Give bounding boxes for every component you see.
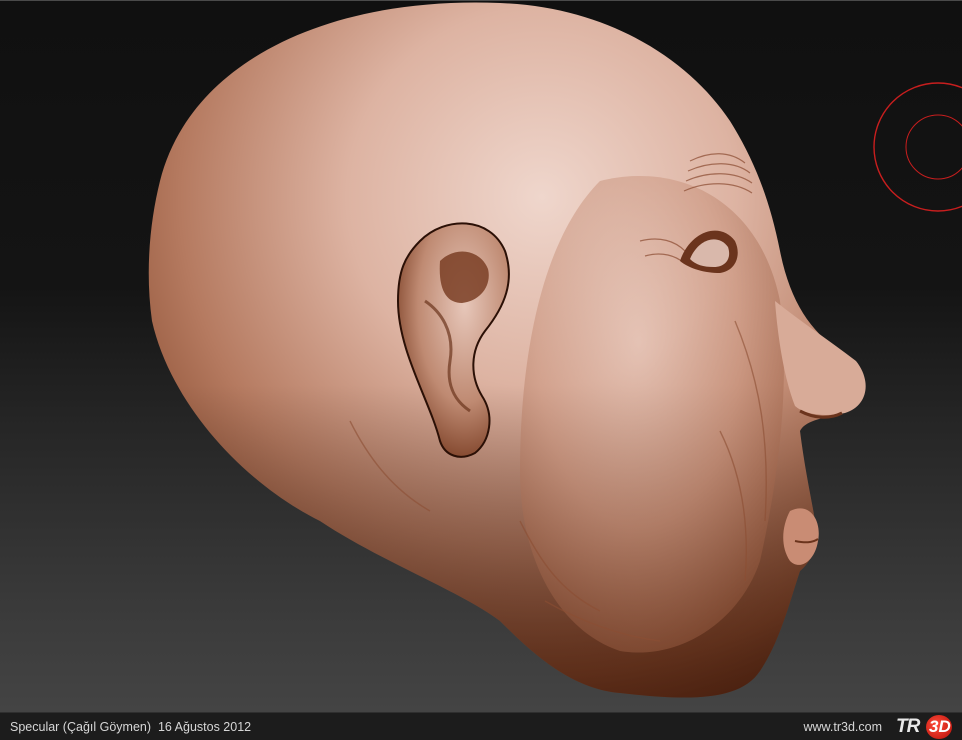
footer-bar: Specular (Çağıl Göymen) 16 Ağustos 2012 … xyxy=(0,712,962,740)
brush-cursor[interactable] xyxy=(873,82,962,212)
site-link[interactable]: www.tr3d.com xyxy=(804,720,883,734)
sculpted-head xyxy=(148,2,866,698)
tr3d-logo: TR 3D xyxy=(894,715,956,739)
logo-badge: 3D xyxy=(926,715,952,739)
viewport-canvas[interactable] xyxy=(0,1,962,713)
artist-credit: Specular (Çağıl Göymen) 16 Ağustos 2012 xyxy=(10,720,252,734)
logo-prefix: TR xyxy=(896,716,920,737)
lips xyxy=(783,508,819,565)
logo-badge-text: 3D xyxy=(929,717,951,736)
sculpt-viewport[interactable] xyxy=(0,0,962,712)
